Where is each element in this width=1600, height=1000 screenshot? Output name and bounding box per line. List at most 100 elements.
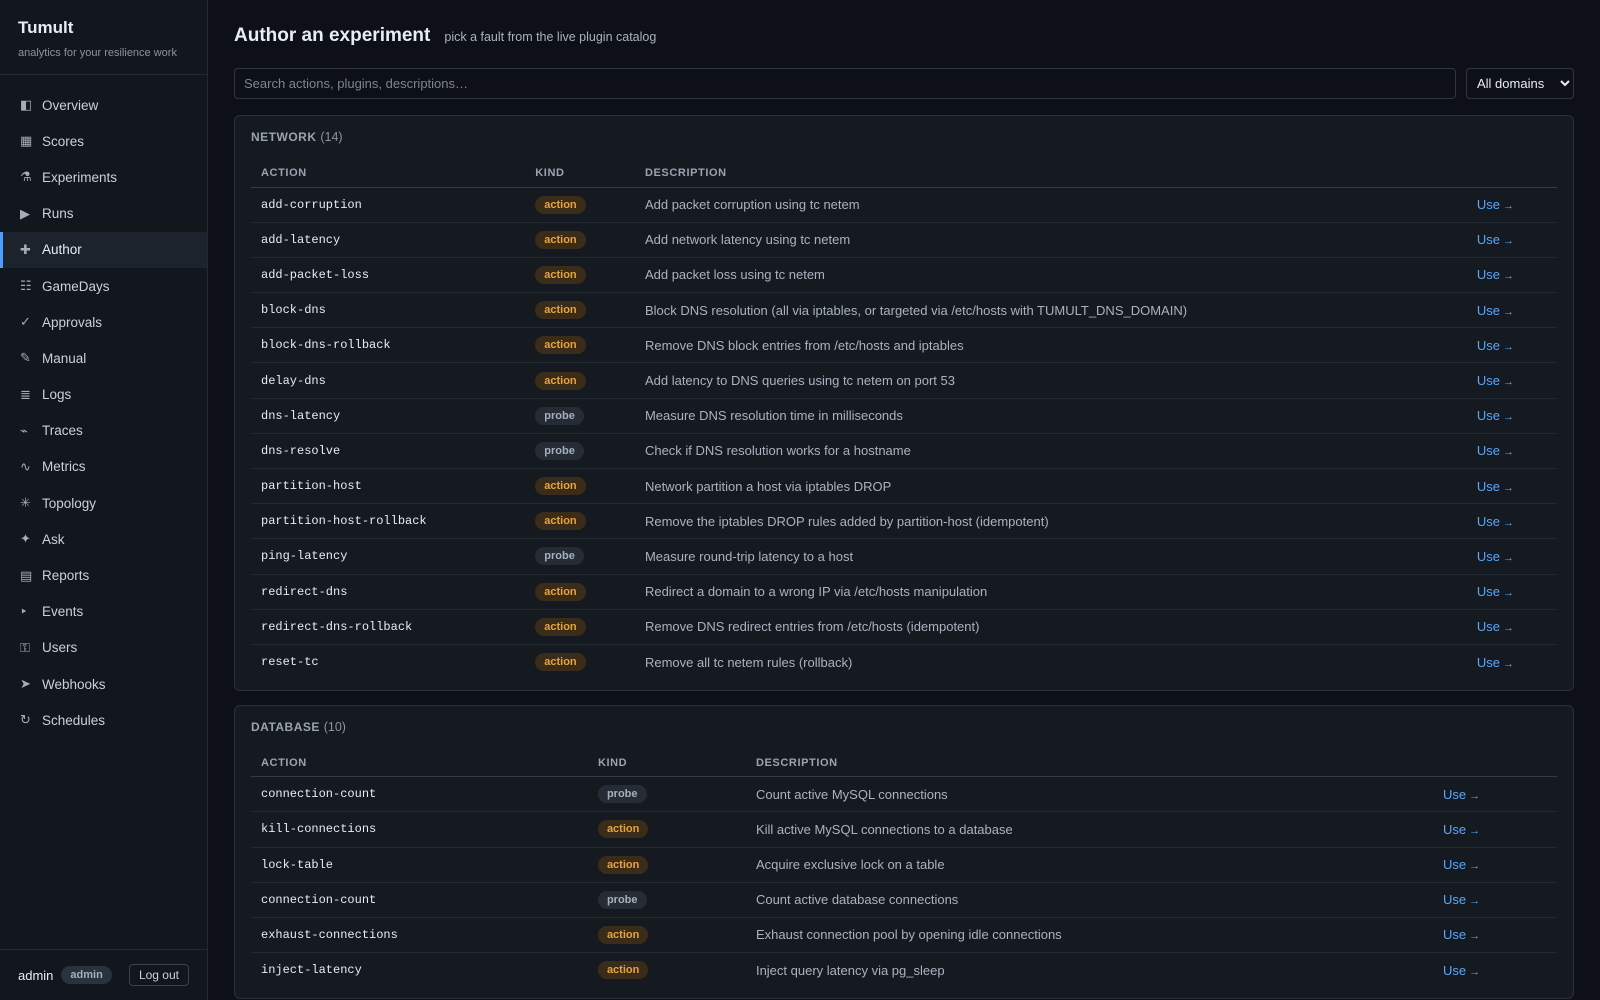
- sidebar-item-runs[interactable]: ▶ Runs: [0, 196, 207, 232]
- action-name: kill-connections: [251, 811, 588, 848]
- search-input[interactable]: [234, 68, 1456, 99]
- kind-badge: probe: [597, 785, 647, 804]
- arrow-right-icon: →: [1503, 622, 1515, 635]
- use-link[interactable]: Use →: [1477, 549, 1514, 564]
- sidebar-item-scores[interactable]: ▦ Scores: [0, 123, 207, 159]
- current-user: admin: [18, 967, 54, 983]
- column-header-use: [1432, 749, 1557, 778]
- table-row: reset-tc action Remove all tc netem rules …: [251, 644, 1557, 679]
- sidebar-item-topology[interactable]: ✳ Topology: [0, 485, 207, 521]
- use-label: Use: [1442, 821, 1467, 837]
- use-link[interactable]: Use →: [1443, 787, 1480, 802]
- sidebar-item-manual[interactable]: ✎ Manual: [0, 340, 207, 376]
- sidebar-nav: ◧ Overview ▦ Scores ⚗ Experiments ▶ Runs ✚ Author…: [0, 75, 207, 738]
- arrow-right-icon: →: [1503, 305, 1515, 318]
- use-link[interactable]: Use →: [1477, 267, 1514, 282]
- sidebar-item-experiments[interactable]: ⚗ Experiments: [0, 159, 207, 195]
- action-description: Add packet loss using tc netem: [634, 257, 1467, 294]
- column-header-action: ACTION: [251, 749, 588, 778]
- sidebar-item-logs[interactable]: ≣ Logs: [0, 377, 207, 413]
- sidebar-item-schedules[interactable]: ↻ Schedules: [0, 702, 207, 738]
- action-description: Redirect a domain to a wrong IP via /etc…: [634, 574, 1467, 610]
- app-subtitle: analytics for your resilience work: [18, 47, 177, 59]
- sidebar-item-reports[interactable]: ▤ Reports: [0, 557, 207, 593]
- use-label: Use: [1442, 786, 1467, 802]
- use-link[interactable]: Use →: [1443, 892, 1480, 907]
- use-cell: Use →: [1466, 609, 1557, 645]
- sidebar-item-events[interactable]: ‣ Events: [0, 594, 207, 630]
- sidebar-item-label: GameDays: [42, 278, 110, 294]
- use-link[interactable]: Use →: [1477, 479, 1514, 494]
- sidebar-item-users[interactable]: ⚿ Users: [0, 630, 207, 666]
- sidebar-item-label: Metrics: [42, 459, 86, 475]
- use-link[interactable]: Use →: [1477, 197, 1514, 212]
- use-link[interactable]: Use →: [1477, 303, 1514, 318]
- action-name: partition-host: [251, 468, 526, 505]
- use-label: Use: [1476, 408, 1501, 424]
- catalog-table: ACTION KIND DESCRIPTION connection-count pro…: [251, 749, 1557, 988]
- sidebar-item-gamedays[interactable]: ☷ GameDays: [0, 268, 207, 304]
- use-label: Use: [1442, 962, 1467, 978]
- calendar-icon: ☷: [20, 278, 32, 294]
- use-link[interactable]: Use →: [1443, 927, 1480, 942]
- table-row: redirect-dns-rollback action Remove DNS re…: [251, 609, 1557, 645]
- table-row: block-dns-rollback action Remove DNS block…: [251, 327, 1557, 364]
- use-cell: Use →: [1433, 953, 1557, 988]
- arrow-right-icon: →: [1503, 340, 1515, 353]
- use-link[interactable]: Use →: [1443, 857, 1480, 872]
- logout-button[interactable]: Log out: [128, 964, 189, 986]
- arrow-right-icon: →: [1469, 789, 1481, 802]
- arrow-right-icon: →: [1469, 824, 1481, 837]
- sidebar-item-author[interactable]: ✚ Author: [0, 231, 207, 268]
- use-cell: Use →: [1432, 847, 1557, 883]
- section-count: (10): [323, 719, 346, 734]
- column-header-description: DESCRIPTION: [745, 749, 1433, 778]
- section-heading: NETWORK (14): [251, 130, 1557, 160]
- domain-select[interactable]: All domains: [1466, 68, 1574, 99]
- use-link[interactable]: Use →: [1443, 963, 1480, 978]
- sidebar-item-metrics[interactable]: ∿ Metrics: [0, 449, 207, 485]
- use-link[interactable]: Use →: [1477, 619, 1514, 634]
- sidebar-item-webhooks[interactable]: ➤ Webhooks: [0, 666, 207, 702]
- play-icon: ▶: [20, 205, 30, 221]
- sidebar: Tumult analytics for your resilience wor…: [0, 0, 208, 1000]
- sidebar-footer: admin admin Log out: [0, 949, 207, 1000]
- use-link[interactable]: Use →: [1477, 655, 1514, 670]
- sidebar-item-ask[interactable]: ✦ Ask: [0, 521, 207, 557]
- table-row: block-dns action Block DNS resolution (all…: [251, 292, 1557, 329]
- sidebar-item-label: Runs: [42, 206, 74, 222]
- use-link[interactable]: Use →: [1477, 338, 1514, 353]
- kind-cell: probe: [587, 776, 746, 813]
- sidebar-item-overview[interactable]: ◧ Overview: [0, 87, 207, 123]
- page-header: Author an experiment pick a fault from t…: [234, 0, 1574, 68]
- kind-badge: action: [535, 336, 586, 355]
- sidebar-item-label: Webhooks: [42, 676, 106, 692]
- use-link[interactable]: Use →: [1477, 408, 1514, 423]
- use-link[interactable]: Use →: [1477, 443, 1514, 458]
- use-label: Use: [1476, 267, 1501, 283]
- use-link[interactable]: Use →: [1477, 373, 1514, 388]
- sidebar-item-traces[interactable]: ⌁ Traces: [0, 413, 207, 449]
- table-row: add-packet-loss action Add packet loss usi…: [251, 257, 1557, 294]
- use-cell: Use →: [1466, 574, 1557, 610]
- use-link[interactable]: Use →: [1477, 584, 1514, 599]
- kind-badge: action: [535, 653, 586, 672]
- column-header-action: ACTION: [251, 160, 526, 188]
- action-name: connection-count: [251, 776, 588, 813]
- table-row: connection-count probe Count active databa…: [251, 882, 1557, 918]
- use-link[interactable]: Use →: [1477, 514, 1514, 529]
- column-header-kind: KIND: [587, 749, 746, 778]
- kind-badge: action: [535, 301, 586, 320]
- section-network: NETWORK (14) ACTION KIND DESCRIPTION add-cor…: [234, 115, 1574, 691]
- logs-icon: ≣: [20, 386, 31, 402]
- use-label: Use: [1476, 654, 1501, 670]
- use-cell: Use →: [1466, 292, 1557, 329]
- action-name: ping-latency: [251, 538, 526, 575]
- use-link[interactable]: Use →: [1443, 822, 1480, 837]
- arrow-right-icon: →: [1469, 965, 1481, 978]
- action-name: redirect-dns: [251, 574, 526, 610]
- use-link[interactable]: Use →: [1477, 232, 1514, 247]
- events-icon: ‣: [20, 603, 28, 619]
- table-row: ping-latency probe Measure round-trip late…: [251, 538, 1557, 575]
- sidebar-item-approvals[interactable]: ✓ Approvals: [0, 304, 207, 340]
